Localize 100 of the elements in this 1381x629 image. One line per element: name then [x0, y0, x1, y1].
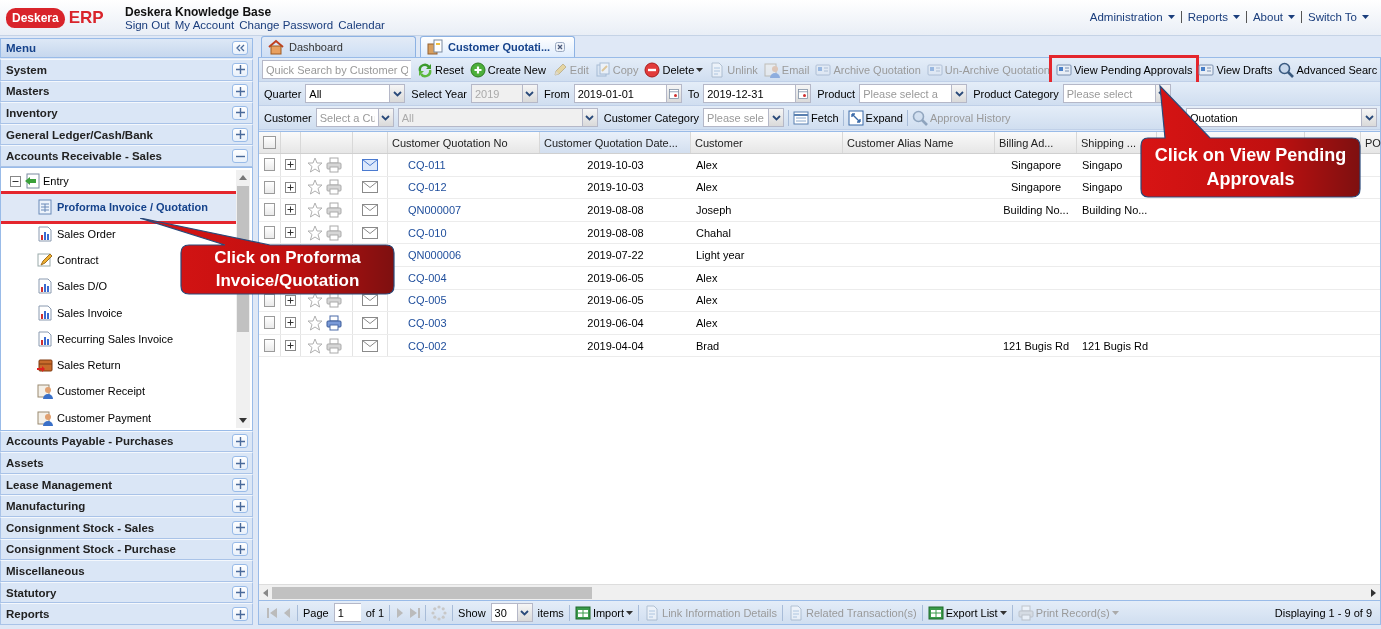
header-menu[interactable]: About: [1245, 11, 1301, 23]
toolbar-button[interactable]: Import: [574, 604, 634, 621]
star-icon[interactable]: [307, 292, 323, 309]
expand-button[interactable]: [232, 564, 248, 578]
toolbar-button[interactable]: Reset: [417, 61, 464, 78]
plus-box-icon[interactable]: [285, 181, 296, 193]
header-menu[interactable]: Reports: [1180, 11, 1246, 23]
accordion-header[interactable]: System: [0, 59, 253, 81]
expand-button[interactable]: [232, 520, 248, 535]
envelope-icon[interactable]: [362, 226, 378, 239]
accordion-header[interactable]: Consignment Stock - Sales: [0, 517, 253, 539]
accordion-header[interactable]: Statutory: [0, 581, 253, 604]
tree-item[interactable]: Sales Return: [1, 352, 236, 379]
header-link[interactable]: My Account: [174, 18, 235, 31]
expand-button[interactable]: [232, 607, 248, 622]
header-link[interactable]: Change Password: [239, 18, 334, 31]
column-header[interactable]: Billing Ad...: [995, 132, 1077, 153]
quotation-link[interactable]: CQ-003: [408, 316, 447, 329]
quotation-link[interactable]: CQ-004: [408, 271, 447, 284]
column-header[interactable]: Customer Alias Name: [843, 132, 995, 153]
toolbar-button[interactable]: Delete: [644, 61, 704, 78]
accordion-header[interactable]: Inventory: [0, 102, 253, 124]
accordion-header[interactable]: Masters: [0, 80, 253, 103]
expand-button[interactable]: [232, 456, 248, 471]
scrollbar-thumb[interactable]: [272, 586, 592, 599]
column-header[interactable]: Customer: [691, 132, 843, 153]
date-picker-button[interactable]: [795, 84, 812, 103]
tree-item[interactable]: Proforma Invoice / Quotation: [1, 194, 236, 221]
star-icon[interactable]: [307, 314, 323, 331]
tree-item[interactable]: Recurring Sales Invoice: [1, 325, 236, 353]
quotation-link[interactable]: CQ-005: [408, 294, 447, 307]
envelope-icon[interactable]: [362, 316, 378, 329]
tab[interactable]: Dashboard: [261, 36, 416, 57]
plus-box-icon[interactable]: [285, 204, 296, 216]
toolbar-button[interactable]: Export List: [927, 604, 1007, 621]
tree-item[interactable]: Entry: [1, 167, 236, 195]
tree-item[interactable]: Sales Order: [1, 220, 236, 247]
star-icon[interactable]: [307, 202, 323, 218]
column-header[interactable]: PO: [1361, 132, 1381, 153]
minus-box-icon[interactable]: [10, 175, 21, 187]
accordion-header[interactable]: Manufacturing: [0, 495, 253, 518]
printer-icon[interactable]: [326, 314, 342, 331]
tree-item[interactable]: Customer Receipt: [1, 378, 236, 405]
expand-button[interactable]: [232, 62, 248, 77]
toolbar-button[interactable]: Fetch: [793, 109, 839, 126]
envelope-icon[interactable]: [362, 204, 378, 216]
header-link[interactable]: Calendar: [338, 18, 385, 31]
row-checkbox[interactable]: [264, 339, 275, 353]
toolbar-button[interactable]: View Pending Approvals: [1056, 61, 1193, 78]
toolbar-button[interactable]: Advanced Searc: [1278, 61, 1378, 78]
star-icon[interactable]: [307, 224, 323, 241]
expand-button[interactable]: [232, 84, 248, 99]
accordion-header[interactable]: Accounts Payable - Purchases: [0, 430, 253, 453]
dropdown-button[interactable]: [389, 84, 406, 103]
row-checkbox[interactable]: [264, 158, 275, 172]
expand-button[interactable]: [232, 585, 248, 600]
row-checkbox[interactable]: [264, 293, 275, 307]
envelope-icon[interactable]: [362, 339, 378, 352]
toolbar-button[interactable]: Create New: [469, 61, 546, 78]
plus-box-icon[interactable]: [285, 317, 296, 329]
accordion-header[interactable]: Accounts Receivable - Sales: [0, 145, 253, 167]
close-icon[interactable]: [555, 42, 566, 52]
header-link[interactable]: Sign Out: [125, 18, 170, 31]
expand-button[interactable]: [232, 434, 248, 449]
accordion-header[interactable]: Miscellaneous: [0, 560, 253, 582]
quotation-link[interactable]: CQ-012: [408, 181, 447, 194]
quotation-link[interactable]: CQ-010: [408, 226, 447, 239]
quotation-link[interactable]: QN000007: [408, 204, 462, 216]
row-checkbox[interactable]: [264, 226, 275, 240]
header-menu[interactable]: Switch To: [1301, 11, 1375, 23]
expand-button[interactable]: [232, 499, 248, 514]
expand-button[interactable]: [232, 477, 248, 492]
column-header[interactable]: Customer Quotation Date...: [540, 132, 691, 153]
envelope-icon[interactable]: [362, 181, 378, 194]
row-checkbox[interactable]: [264, 203, 275, 217]
plus-box-icon[interactable]: [285, 294, 296, 306]
row-checkbox[interactable]: [264, 180, 275, 194]
dropdown-button[interactable]: [1361, 108, 1377, 127]
expand-button[interactable]: [232, 127, 248, 142]
search-field[interactable]: Quick Search by Customer Q: [262, 60, 411, 79]
toolbar-button[interactable]: View Drafts: [1198, 61, 1273, 78]
accordion-header[interactable]: Lease Management: [0, 473, 253, 496]
expand-button[interactable]: [232, 542, 248, 557]
dropdown-button[interactable]: [951, 84, 968, 103]
page-field[interactable]: 1: [333, 603, 361, 622]
toolbar-button[interactable]: Expand: [847, 109, 903, 126]
tree-item[interactable]: Customer Payment: [1, 404, 236, 430]
accordion-header[interactable]: Reports: [0, 603, 253, 625]
quotation-link[interactable]: QN000006: [408, 249, 462, 262]
tab[interactable]: Customer Quotati...: [420, 36, 575, 57]
collapse-button[interactable]: [232, 41, 248, 55]
star-icon[interactable]: [307, 179, 323, 196]
plus-box-icon[interactable]: [285, 159, 296, 171]
row-checkbox[interactable]: [264, 316, 275, 330]
accordion-header[interactable]: General Ledger/Cash/Bank: [0, 123, 253, 146]
expand-button[interactable]: [232, 106, 248, 120]
plus-box-icon[interactable]: [285, 340, 296, 352]
accordion-header[interactable]: Assets: [0, 452, 253, 474]
star-icon[interactable]: [307, 156, 323, 173]
accordion-header[interactable]: Consignment Stock - Purchase: [0, 538, 253, 561]
